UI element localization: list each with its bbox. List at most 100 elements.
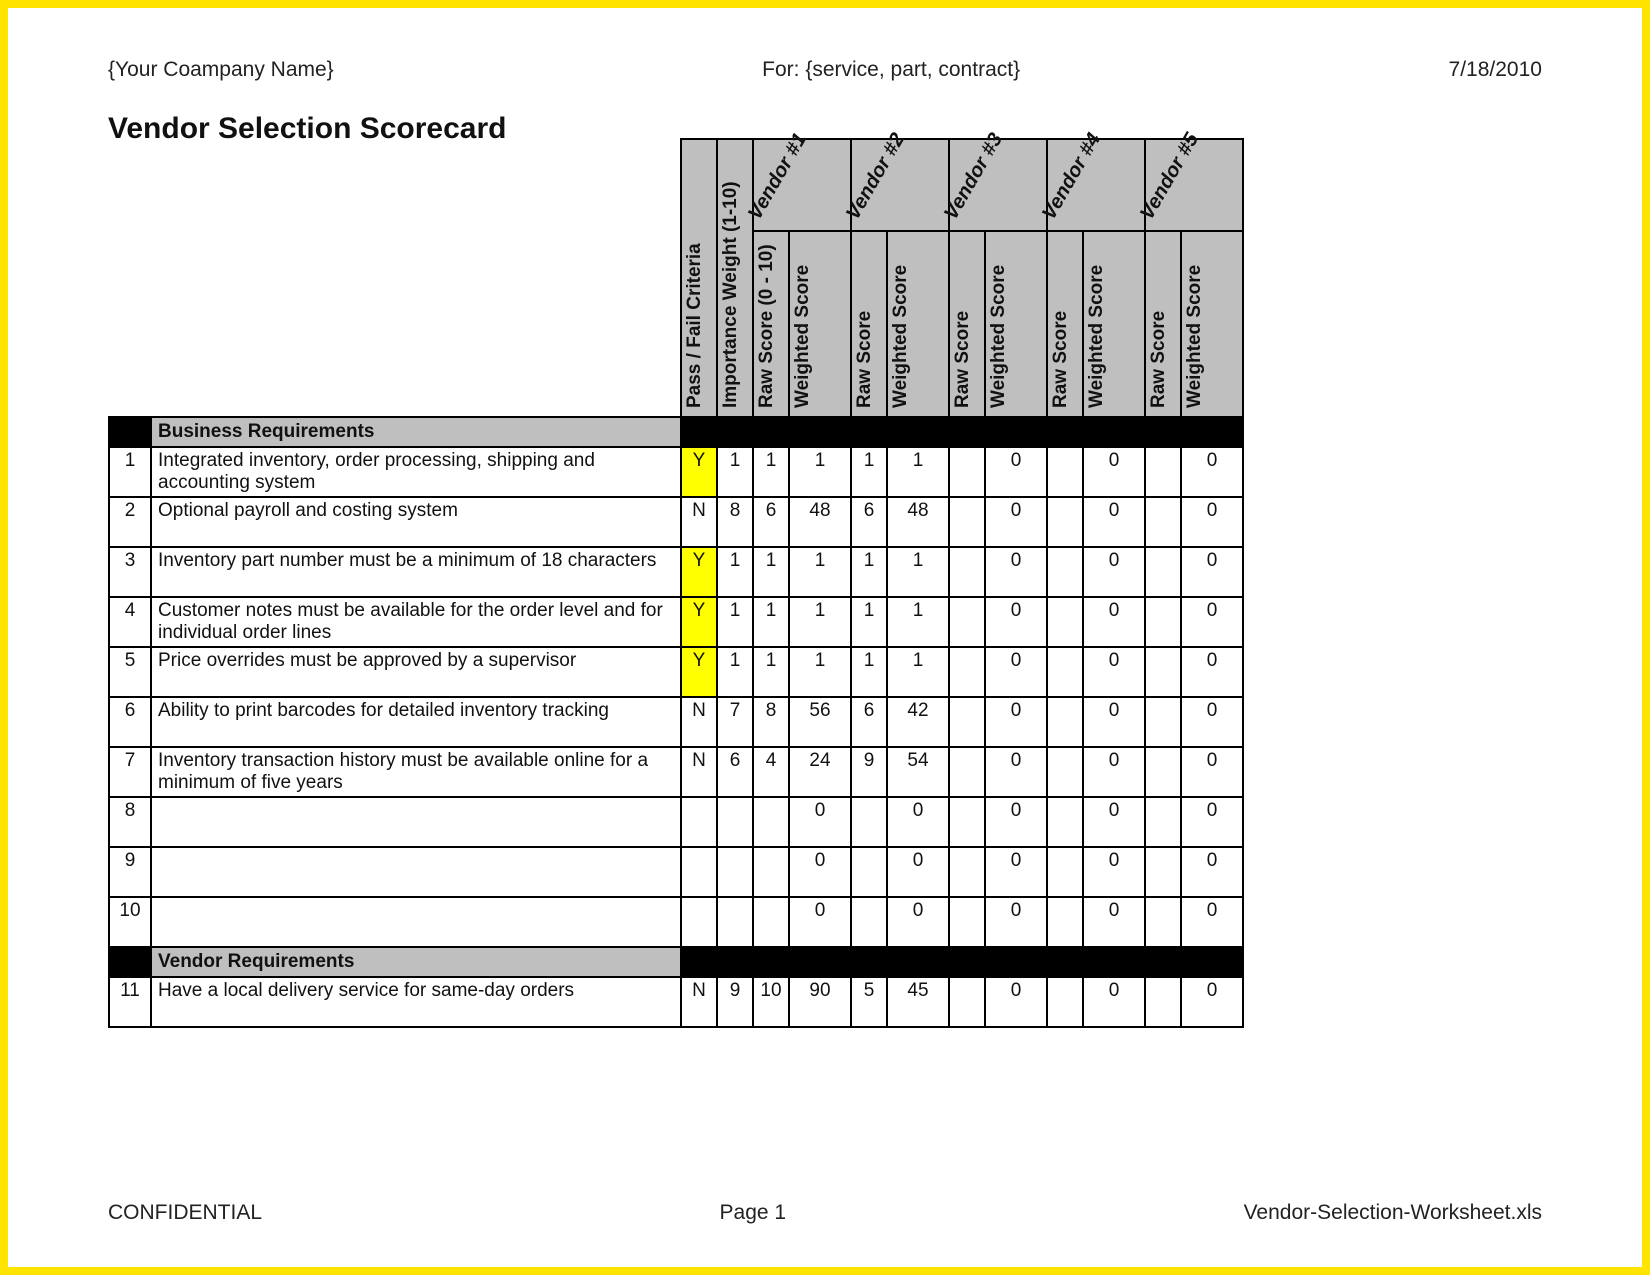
v5-weighted: 0 xyxy=(1181,547,1243,597)
v2-raw: 9 xyxy=(851,747,887,797)
v5-weighted: 0 xyxy=(1181,797,1243,847)
row-passfail: N xyxy=(681,747,717,797)
table-row: 5Price overrides must be approved by a s… xyxy=(109,647,1243,697)
v5-weighted: 0 xyxy=(1181,847,1243,897)
v2-weighted: 48 xyxy=(887,497,949,547)
v4-weighted: 0 xyxy=(1083,697,1145,747)
v2-weighted: 0 xyxy=(887,847,949,897)
row-desc: Inventory transaction history must be av… xyxy=(151,747,681,797)
row-passfail xyxy=(681,797,717,847)
v5-raw xyxy=(1145,797,1181,847)
v1-raw: 6 xyxy=(753,497,789,547)
v3-weighted: 0 xyxy=(985,447,1047,497)
v3-weighted: 0 xyxy=(985,847,1047,897)
v3-raw xyxy=(949,977,985,1027)
table-row: 2Optional payroll and costing systemN864… xyxy=(109,497,1243,547)
row-passfail: Y xyxy=(681,547,717,597)
v5-raw xyxy=(1145,977,1181,1027)
v1-weighted: 1 xyxy=(789,447,851,497)
v4-weighted: 0 xyxy=(1083,977,1145,1027)
col-v5-wt: Weighted Score xyxy=(1182,232,1208,416)
row-desc xyxy=(151,797,681,847)
v3-raw xyxy=(949,597,985,647)
v2-weighted: 1 xyxy=(887,447,949,497)
v3-raw xyxy=(949,797,985,847)
footer-left: CONFIDENTIAL xyxy=(108,1201,262,1225)
row-number: 9 xyxy=(109,847,151,897)
v2-raw: 6 xyxy=(851,497,887,547)
v4-raw xyxy=(1047,497,1083,547)
v1-weighted: 0 xyxy=(789,797,851,847)
v2-raw: 1 xyxy=(851,547,887,597)
header: {Your Coampany Name} For: {service, part… xyxy=(108,58,1542,82)
v4-raw xyxy=(1047,597,1083,647)
v1-raw: 10 xyxy=(753,977,789,1027)
row-weight: 1 xyxy=(717,547,753,597)
row-desc: Customer notes must be available for the… xyxy=(151,597,681,647)
row-number: 1 xyxy=(109,447,151,497)
v4-weighted: 0 xyxy=(1083,797,1145,847)
table-row: 11Have a local delivery service for same… xyxy=(109,977,1243,1027)
v5-raw xyxy=(1145,597,1181,647)
v5-raw xyxy=(1145,497,1181,547)
v1-raw: 8 xyxy=(753,697,789,747)
v3-weighted: 0 xyxy=(985,697,1047,747)
row-passfail: N xyxy=(681,497,717,547)
v3-raw xyxy=(949,747,985,797)
v3-weighted: 0 xyxy=(985,897,1047,947)
v1-weighted: 1 xyxy=(789,597,851,647)
v1-weighted: 0 xyxy=(789,847,851,897)
row-desc: Inventory part number must be a minimum … xyxy=(151,547,681,597)
v5-raw xyxy=(1145,647,1181,697)
v3-raw xyxy=(949,897,985,947)
v4-raw xyxy=(1047,897,1083,947)
col-importance: Importance Weight (1-10) xyxy=(718,140,744,416)
v1-raw: 1 xyxy=(753,647,789,697)
v1-raw: 1 xyxy=(753,597,789,647)
v4-weighted: 0 xyxy=(1083,647,1145,697)
row-weight xyxy=(717,897,753,947)
row-desc: Have a local delivery service for same-d… xyxy=(151,977,681,1027)
v5-raw xyxy=(1145,747,1181,797)
v3-raw xyxy=(949,847,985,897)
v1-weighted: 1 xyxy=(789,647,851,697)
v2-weighted: 1 xyxy=(887,547,949,597)
v1-weighted: 56 xyxy=(789,697,851,747)
v4-weighted: 0 xyxy=(1083,547,1145,597)
table-row: 7Inventory transaction history must be a… xyxy=(109,747,1243,797)
v5-weighted: 0 xyxy=(1181,647,1243,697)
section-vendor-req: Vendor Requirements xyxy=(109,947,1243,977)
table-row: 800000 xyxy=(109,797,1243,847)
footer-right: Vendor-Selection-Worksheet.xls xyxy=(1244,1201,1542,1225)
v2-raw: 1 xyxy=(851,597,887,647)
v3-raw xyxy=(949,497,985,547)
row-weight: 1 xyxy=(717,447,753,497)
v5-raw xyxy=(1145,447,1181,497)
v2-raw xyxy=(851,897,887,947)
v2-weighted: 1 xyxy=(887,647,949,697)
v3-raw xyxy=(949,647,985,697)
v4-weighted: 0 xyxy=(1083,747,1145,797)
vendor-1-label: Vendor #1 xyxy=(744,129,812,224)
row-weight: 6 xyxy=(717,747,753,797)
row-number: 4 xyxy=(109,597,151,647)
row-number: 3 xyxy=(109,547,151,597)
v4-raw xyxy=(1047,747,1083,797)
v1-raw: 4 xyxy=(753,747,789,797)
footer-center: Page 1 xyxy=(720,1201,787,1225)
row-number: 6 xyxy=(109,697,151,747)
table-row: 4Customer notes must be available for th… xyxy=(109,597,1243,647)
v5-weighted: 0 xyxy=(1181,747,1243,797)
section-business-req: Business Requirements xyxy=(109,417,1243,447)
row-weight: 7 xyxy=(717,697,753,747)
table-row: 3Inventory part number must be a minimum… xyxy=(109,547,1243,597)
row-desc xyxy=(151,897,681,947)
v2-weighted: 54 xyxy=(887,747,949,797)
v3-weighted: 0 xyxy=(985,747,1047,797)
header-for: For: {service, part, contract} xyxy=(762,58,1020,82)
col-v1-wt: Weighted Score xyxy=(790,232,816,416)
v3-weighted: 0 xyxy=(985,647,1047,697)
row-passfail: Y xyxy=(681,447,717,497)
v2-weighted: 0 xyxy=(887,897,949,947)
row-desc: Integrated inventory, order processing, … xyxy=(151,447,681,497)
